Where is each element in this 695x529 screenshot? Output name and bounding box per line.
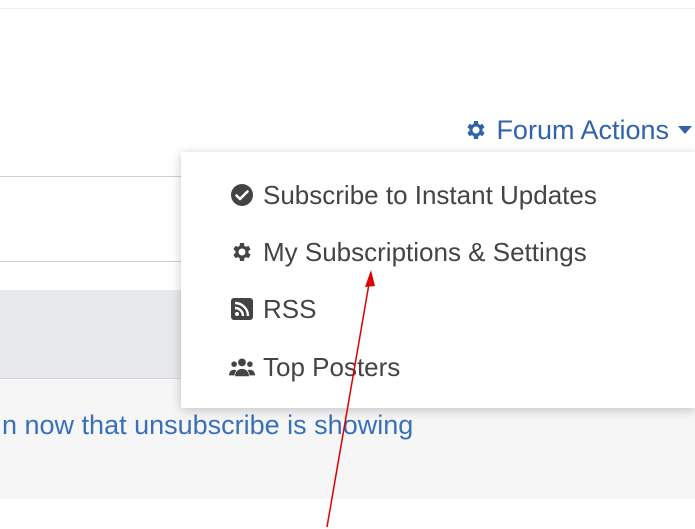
gear-icon xyxy=(229,239,255,265)
rss-icon xyxy=(229,296,255,322)
menu-item-subscribe[interactable]: Subscribe to Instant Updates xyxy=(229,175,597,215)
forum-actions-dropdown: Subscribe to Instant Updates My Subscrip… xyxy=(181,152,695,408)
forum-actions-button[interactable]: Forum Actions xyxy=(464,112,695,148)
users-icon xyxy=(229,354,255,380)
menu-item-my-subscriptions[interactable]: My Subscriptions & Settings xyxy=(229,232,587,272)
menu-item-label: Subscribe to Instant Updates xyxy=(263,179,597,210)
post-snippet-link[interactable]: n now that unsubscribe is showing xyxy=(2,410,413,441)
background-input-area xyxy=(0,176,200,262)
menu-item-label: My Subscriptions & Settings xyxy=(263,236,587,267)
menu-item-top-posters[interactable]: Top Posters xyxy=(229,347,400,387)
menu-item-rss[interactable]: RSS xyxy=(229,289,316,329)
menu-item-label: Top Posters xyxy=(263,351,401,382)
gear-icon xyxy=(464,118,488,142)
caret-down-icon xyxy=(677,124,693,136)
check-circle-icon xyxy=(229,182,255,208)
forum-actions-label: Forum Actions xyxy=(496,114,669,145)
menu-item-label: RSS xyxy=(263,293,317,324)
top-divider xyxy=(0,8,695,9)
